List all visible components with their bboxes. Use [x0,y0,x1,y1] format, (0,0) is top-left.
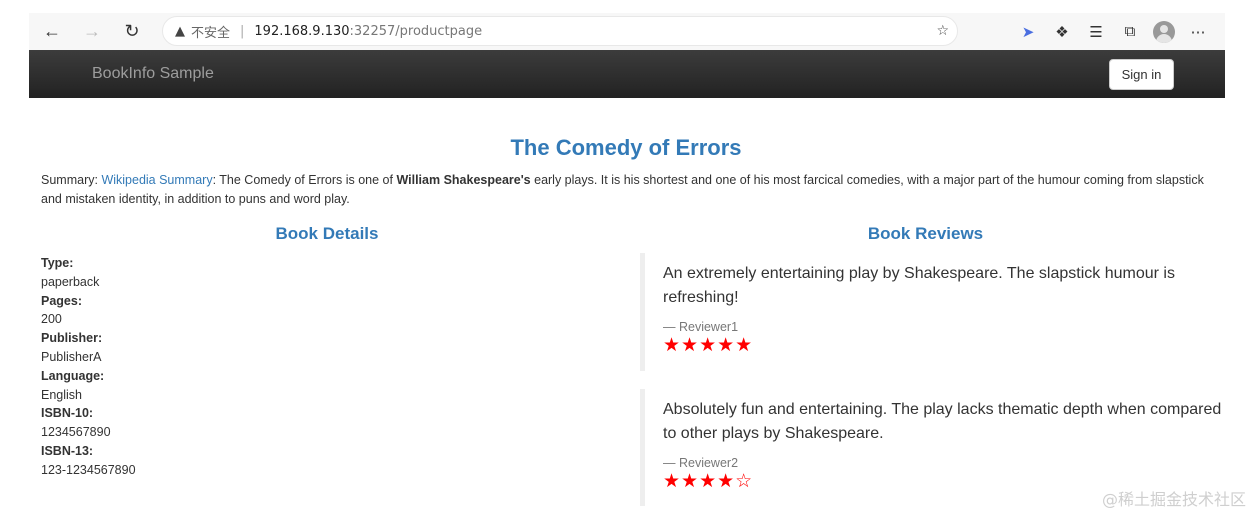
detail-value-isbn10: 1234567890 [41,425,111,440]
star-rating: ★★★★★ [663,334,754,356]
detail-label-isbn10: ISBN-10: [41,406,94,421]
review-text: Absolutely fun and entertaining. The pla… [663,401,1222,442]
reviewer-name: — Reviewer2 [663,456,739,470]
url-path: :32257/productpage [349,23,483,39]
book-reviews-heading: Book Reviews [867,224,984,243]
brand-title[interactable]: BookInfo Sample [92,65,214,83]
browser-toolbar: ← → ↻ ▲ 不安全 | 192.168.9.130:32257/produc… [29,13,1225,50]
forward-arrow-icon[interactable]: → [79,19,105,45]
detail-value-publisher: PublisherA [41,349,102,364]
back-arrow-icon[interactable]: ← [39,19,65,45]
warning-icon: ▲ [175,23,185,39]
detail-value-type: paperback [41,274,100,289]
watermark: @稀土掘金技术社区 [1101,490,1246,509]
detail-label-isbn13: ISBN-13: [41,443,94,458]
book-details-list: Type: paperback Pages: 200 Publisher: Pu… [41,254,136,480]
profile-avatar[interactable] [1153,20,1175,43]
summary-author: William Shakespeare's [396,173,531,187]
more-menu-icon[interactable]: ⋯ [1181,23,1215,41]
summary-text-1: : The Comedy of Errors is one of [212,173,397,187]
extensions-puzzle-icon[interactable]: ❖ [1045,23,1079,41]
detail-label-type: Type: [41,256,74,270]
url-host: 192.168.9.130 [254,23,350,39]
detail-value-isbn13: 123-1234567890 [41,462,136,477]
reviewer-name: — Reviewer1 [663,320,739,334]
collections-icon[interactable]: ⧉ [1113,23,1147,40]
review-text: An extremely entertaining play by Shakes… [663,265,1175,306]
security-label[interactable]: 不安全 [191,22,230,41]
detail-label-publisher: Publisher: [41,331,103,346]
favorites-list-icon[interactable]: ☰ [1079,23,1113,41]
page-title: The Comedy of Errors [510,135,742,160]
url-separator: | [240,23,245,39]
detail-value-pages: 200 [41,312,62,327]
browser-tools: ➤ ❖ ☰ ⧉ ⋯ [1011,13,1215,50]
review-item: An extremely entertaining play by Shakes… [640,253,1225,371]
summary-prefix: Summary: [41,173,102,187]
address-bar[interactable]: ▲ 不安全 | 192.168.9.130:32257/productpage … [162,16,958,46]
detail-value-language: English [41,387,82,402]
detail-label-pages: Pages: [41,293,82,308]
app-navbar: BookInfo Sample Sign in [29,50,1225,98]
extension-arrow-icon[interactable]: ➤ [1011,23,1045,41]
wikipedia-summary-link[interactable]: Wikipedia Summary [101,173,212,187]
sign-in-button[interactable]: Sign in [1109,59,1174,90]
reload-icon[interactable]: ↻ [119,19,145,45]
book-details-heading: Book Details [275,224,379,243]
detail-label-language: Language: [41,368,105,383]
product-summary: Summary: Wikipedia Summary: The Comedy o… [41,171,1216,209]
add-favorite-icon[interactable]: ☆ [936,23,949,39]
